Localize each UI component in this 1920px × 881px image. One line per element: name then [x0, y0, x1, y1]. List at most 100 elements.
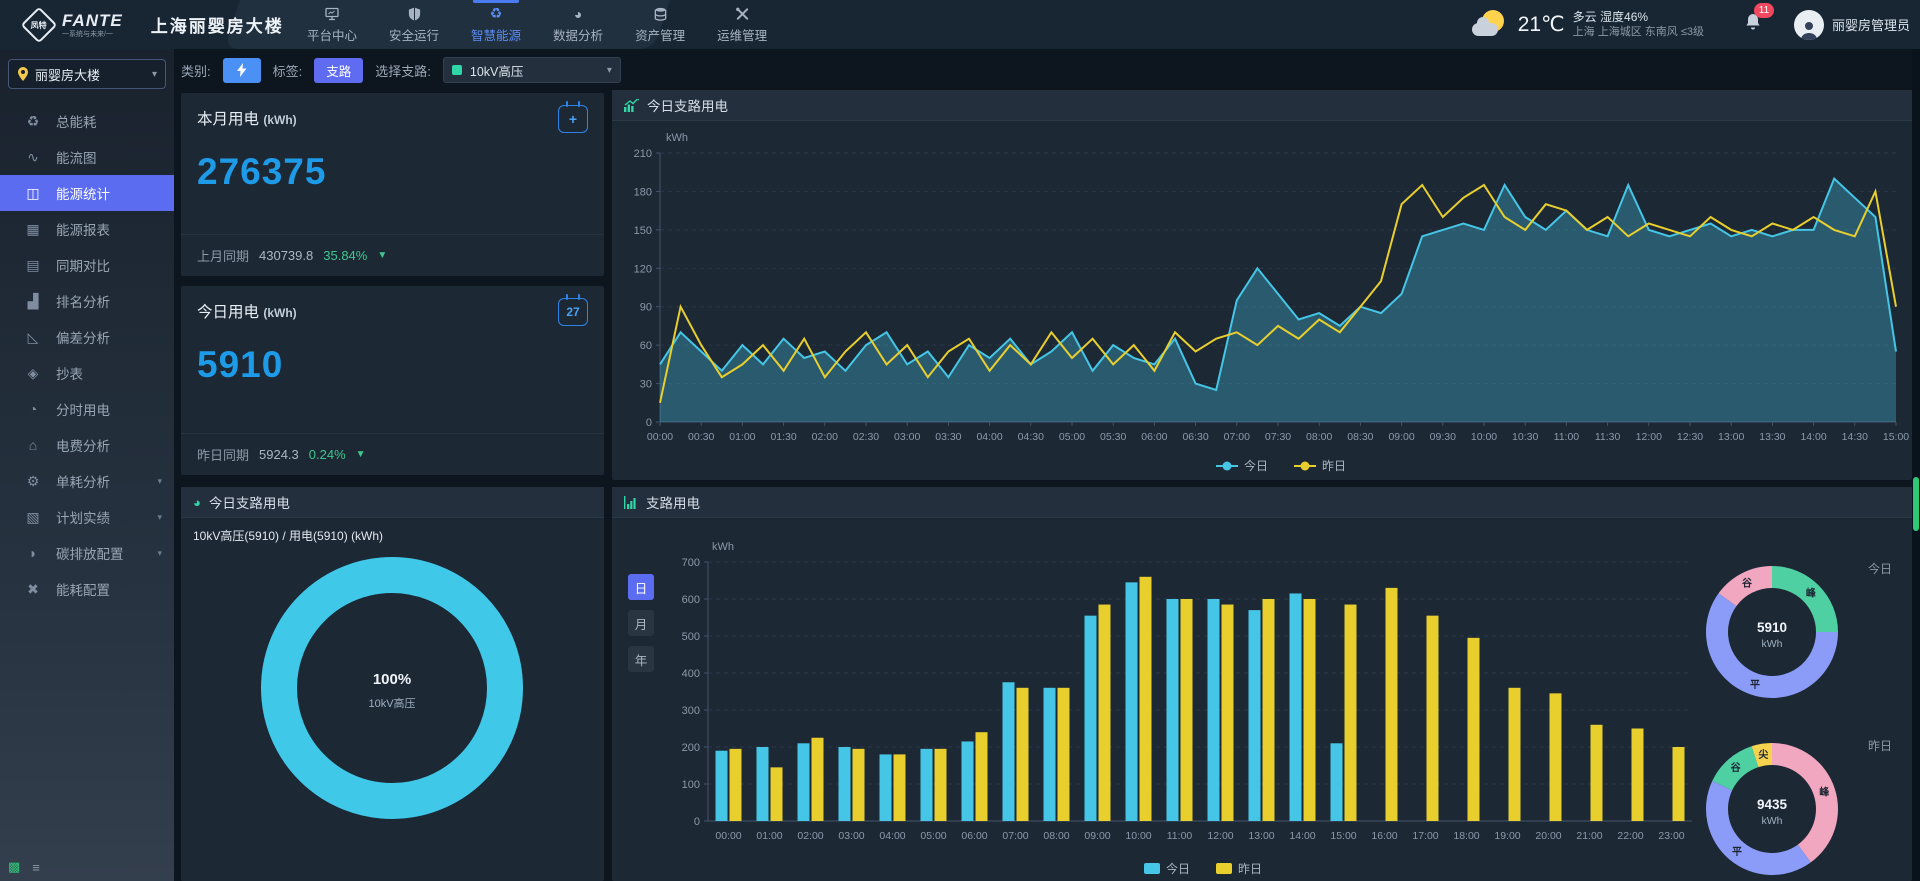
sidebar-item-energy-config[interactable]: ✖ 能耗配置 [0, 571, 174, 607]
legend-item[interactable]: 今日 [1144, 861, 1190, 876]
sidebar-item-unit-consumption[interactable]: ⚙ 单耗分析 ▾ [0, 463, 174, 499]
energy-config-icon: ✖ [24, 581, 42, 598]
tag-label: 标签: [273, 61, 303, 80]
sidebar-item-meter-reading[interactable]: ◈ 抄表 [0, 355, 174, 391]
sidebar-item-carbon-config[interactable]: ◗ 碳排放配置 ▾ [0, 535, 174, 571]
svg-text:08:00: 08:00 [1306, 431, 1332, 443]
nav-item-data-analysis[interactable]: ◕ 数据分析 [551, 0, 605, 49]
nav-item-asset-management[interactable]: 资产管理 [633, 0, 687, 49]
svg-text:07:30: 07:30 [1265, 431, 1291, 443]
bottom-menu-icon[interactable]: ≡ [32, 860, 40, 875]
user-name: 丽婴房管理员 [1832, 15, 1910, 34]
svg-text:01:30: 01:30 [770, 431, 796, 443]
fee-analysis-icon: ⌂ [24, 437, 42, 453]
svg-text:13:00: 13:00 [1248, 830, 1274, 842]
flow-chart-icon: ∿ [24, 149, 42, 166]
nav-item-platform-center[interactable]: 平台中心 [305, 0, 359, 49]
card-title: 本月用电 [197, 111, 259, 128]
sidebar-item-energy-flow[interactable]: ∿ 能流图 [0, 139, 174, 175]
svg-text:23:00: 23:00 [1658, 830, 1684, 842]
svg-text:02:00: 02:00 [812, 431, 838, 443]
legend-item[interactable]: 今日 [1216, 458, 1268, 473]
sun-cloud-icon [1472, 8, 1510, 42]
plan-actual-icon: ▧ [24, 509, 42, 526]
sidebar-item-time-of-use[interactable]: ◔ 分时用电 [0, 391, 174, 427]
svg-text:峰: 峰 [1819, 786, 1830, 799]
date-calendar-icon[interactable]: 27 [558, 298, 588, 326]
sidebar-item-deviation-analysis[interactable]: ◺ 偏差分析 [0, 319, 174, 355]
lightning-icon [237, 63, 247, 77]
svg-text:20:00: 20:00 [1535, 830, 1561, 842]
legend-item[interactable]: 昨日 [1294, 459, 1346, 473]
svg-text:06:00: 06:00 [961, 830, 987, 842]
sidebar-item-total-energy[interactable]: ♻ 总能耗 [0, 103, 174, 139]
svg-text:00:00: 00:00 [715, 830, 741, 842]
svg-text:11:00: 11:00 [1167, 830, 1193, 842]
trend-down-icon[interactable]: ▼ [377, 250, 387, 261]
ranking-icon: ▟ [24, 293, 42, 310]
toggle-month[interactable]: 月 [628, 610, 654, 636]
svg-text:19:00: 19:00 [1494, 830, 1520, 842]
sidebar-item-energy-stats[interactable]: ◫ 能源统计 [0, 175, 174, 211]
logo-text: FANTE [62, 12, 123, 29]
svg-text:尖: 尖 [1758, 748, 1768, 761]
electricity-category-button[interactable] [223, 58, 261, 83]
nav-label: 智慧能源 [471, 25, 521, 44]
nav-item-smart-energy[interactable]: ♻ 智慧能源 [469, 0, 523, 49]
svg-text:00:00: 00:00 [647, 431, 673, 443]
sidebar-item-period-compare[interactable]: ▤ 同期对比 [0, 247, 174, 283]
svg-text:15:00: 15:00 [1330, 830, 1356, 842]
branch-select[interactable]: 10kV高压 ▾ [443, 57, 621, 83]
svg-text:18:00: 18:00 [1453, 830, 1479, 842]
notifications-bell[interactable]: 11 [1744, 12, 1762, 37]
today-branch-line-panel: 今日支路用电 0306090120150180210kWh00:0000:300… [612, 90, 1912, 480]
sidebar-item-plan-actual[interactable]: ▧ 计划实绩 ▾ [0, 499, 174, 535]
brand: 凤特 FANTE 一系统与未来/一 上海丽婴房大楼 [0, 12, 284, 38]
svg-text:03:00: 03:00 [838, 830, 864, 842]
svg-text:12:00: 12:00 [1207, 830, 1233, 842]
svg-text:谷: 谷 [1731, 761, 1742, 774]
svg-text:峰: 峰 [1806, 587, 1817, 600]
meter-reading-icon: ◈ [24, 365, 42, 382]
svg-text:03:00: 03:00 [894, 431, 920, 443]
nav-item-safety-operation[interactable]: 安全运行 [387, 0, 441, 49]
trend-down-icon[interactable]: ▼ [356, 449, 366, 460]
tou-donut-yesterday: 峰平谷尖 9435 kWh [1694, 739, 1850, 879]
branch-tag-button[interactable]: 支路 [314, 58, 363, 83]
scrollbar-thumb[interactable] [1913, 477, 1919, 531]
toggle-year[interactable]: 年 [628, 646, 654, 672]
tou-yesterday-label: 昨日 [1868, 737, 1892, 754]
compare-percent: 35.84% [323, 248, 367, 263]
svg-text:11:30: 11:30 [1595, 431, 1621, 443]
panel-title: 今日支路用电 [209, 492, 290, 512]
chevron-down-icon: ▾ [157, 476, 162, 487]
chevron-down-icon: ▾ [607, 65, 612, 76]
user-menu[interactable]: 丽婴房管理员 [1794, 10, 1910, 40]
compare-percent: 0.24% [309, 447, 346, 462]
month-consumption-card: 本月用电 (kWh) + 276375 上月同期 430739.8 35.84%… [181, 93, 604, 276]
toggle-day[interactable]: 日 [628, 574, 654, 600]
sidebar-item-fee-analysis[interactable]: ⌂ 电费分析 [0, 427, 174, 463]
card-unit: (kWh) [263, 113, 296, 127]
deviation-icon: ◺ [24, 329, 42, 346]
svg-text:22:00: 22:00 [1617, 830, 1643, 842]
svg-text:600: 600 [682, 594, 700, 606]
carbon-config-icon: ◗ [24, 545, 42, 561]
svg-text:200: 200 [682, 742, 700, 754]
database-icon [653, 6, 668, 22]
sidebar-item-ranking-analysis[interactable]: ▟ 排名分析 [0, 283, 174, 319]
unit-consumption-icon: ⚙ [24, 473, 42, 490]
monitor-icon [324, 6, 340, 22]
add-calendar-icon[interactable]: + [558, 105, 588, 133]
compare-value: 430739.8 [259, 248, 313, 263]
bottom-grid-icon[interactable]: ▩ [8, 859, 20, 875]
sidebar-item-energy-report[interactable]: ▦ 能源报表 [0, 211, 174, 247]
nav-item-ops-management[interactable]: 运维管理 [715, 0, 769, 49]
svg-text:12:30: 12:30 [1677, 431, 1703, 443]
building-selector[interactable]: 丽婴房大楼 ▾ [8, 59, 166, 89]
svg-text:昨日: 昨日 [1238, 862, 1262, 876]
svg-text:210: 210 [634, 148, 652, 160]
svg-text:15:00: 15:00 [1883, 431, 1909, 443]
legend-item[interactable]: 昨日 [1216, 862, 1262, 876]
svg-text:08:00: 08:00 [1043, 830, 1069, 842]
